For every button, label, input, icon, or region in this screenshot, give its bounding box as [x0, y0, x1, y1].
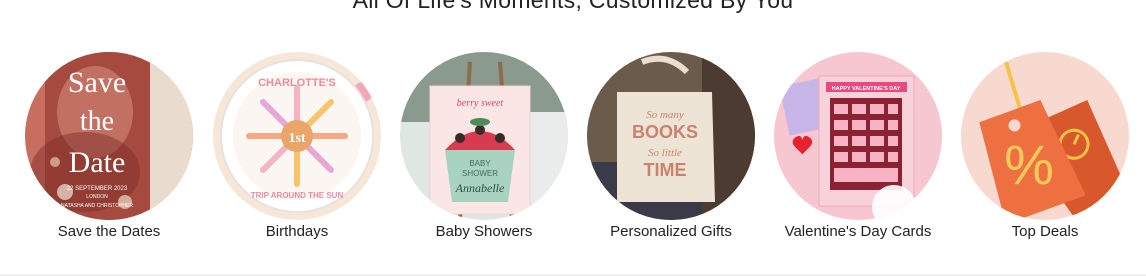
- std-date-text: Date: [69, 146, 126, 179]
- baby-line2: SHOWER: [462, 169, 498, 178]
- std-names: NATASHA AND CHRISTOPHER: [61, 203, 133, 209]
- category-save-the-dates[interactable]: Save the Date 22 SEPTEMBER 2023 LONDON N…: [14, 52, 204, 240]
- birthdays-image: 1st CHARLOTTE'S TRIP AROUND THE SUN: [213, 52, 381, 220]
- bday-center-text: 1st: [288, 131, 305, 146]
- category-valentines-day-cards[interactable]: HAPPY VALENTINE'S DAY Valentine's Day Ca…: [763, 52, 953, 240]
- std-save-text: Save: [68, 66, 126, 99]
- baby-line1: BABY: [469, 159, 491, 168]
- std-city: LONDON: [86, 194, 108, 200]
- bday-bottom-text: TRIP AROUND THE SUN: [251, 191, 344, 200]
- val-banner: HAPPY VALENTINE'S DAY: [832, 86, 901, 92]
- section-heading: All Of Life's Moments, Customized By You: [352, 0, 794, 13]
- save-the-dates-image: Save the Date 22 SEPTEMBER 2023 LONDON N…: [25, 52, 193, 220]
- bday-top-text: CHARLOTTE'S: [258, 77, 336, 89]
- category-label: Birthdays: [265, 223, 329, 240]
- category-label: Personalized Gifts: [610, 223, 732, 240]
- category-row: Save the Date 22 SEPTEMBER 2023 LONDON N…: [0, 52, 1146, 252]
- gift-line2: BOOKS: [632, 122, 698, 142]
- valentines-day-cards-image: HAPPY VALENTINE'S DAY: [774, 52, 942, 220]
- category-label: Valentine's Day Cards: [784, 223, 932, 240]
- category-label: Top Deals: [1011, 223, 1079, 240]
- gift-line3: So little: [648, 147, 682, 159]
- gift-line4: TIME: [644, 160, 687, 180]
- personalized-gifts-image: So many BOOKS So little TIME: [587, 52, 755, 220]
- category-label: Save the Dates: [57, 223, 161, 240]
- std-date-line: 22 SEPTEMBER 2023: [67, 186, 128, 192]
- category-birthdays[interactable]: 1st CHARLOTTE'S TRIP AROUND THE SUN Birt…: [202, 52, 392, 240]
- baby-top-text: berry sweet: [457, 98, 504, 109]
- baby-showers-image: berry sweet BABY SHOWER Annabelle: [400, 52, 568, 220]
- deals-symbol: %: [1004, 133, 1054, 196]
- top-deals-image: %: [961, 52, 1129, 220]
- baby-name: Annabelle: [455, 181, 505, 195]
- category-baby-showers[interactable]: berry sweet BABY SHOWER Annabelle Baby S…: [389, 52, 579, 240]
- category-label: Baby Showers: [435, 223, 533, 240]
- gift-line1: So many: [646, 109, 684, 121]
- category-top-deals[interactable]: % Top Deals: [950, 52, 1140, 240]
- category-personalized-gifts[interactable]: So many BOOKS So little TIME Personalize…: [576, 52, 766, 240]
- std-the-text: the: [80, 106, 114, 137]
